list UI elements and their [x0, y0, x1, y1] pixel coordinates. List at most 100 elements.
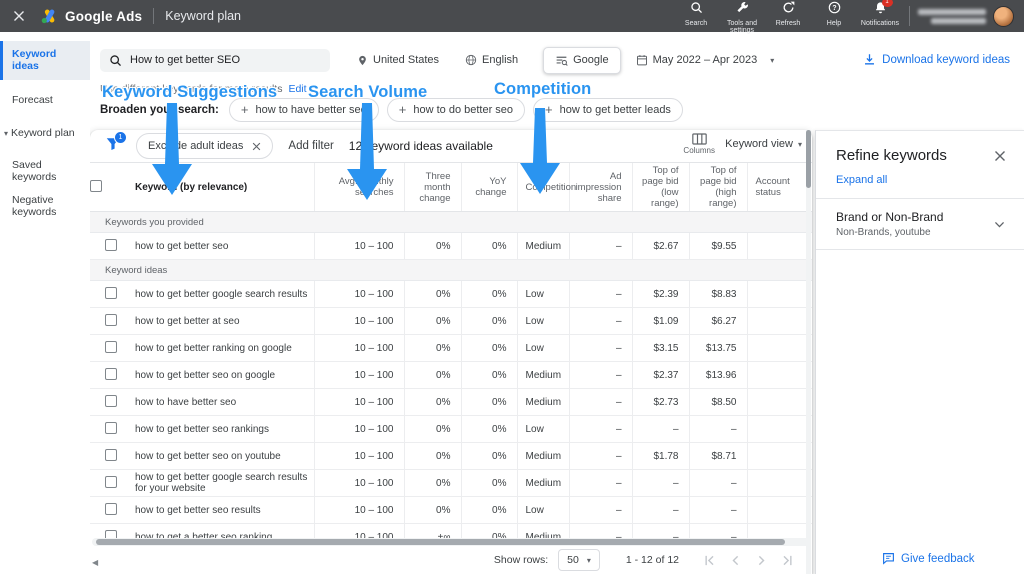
- keyword-cell: how to get better seo on youtube: [134, 443, 314, 470]
- row-checkbox[interactable]: [105, 368, 117, 380]
- table-row: how to have better seo10 – 1000%0%Medium…: [90, 389, 812, 416]
- brand-group-row[interactable]: Brand or Non-Brand Non-Brands, youtube: [816, 199, 1024, 249]
- page-first-button[interactable]: [703, 554, 716, 567]
- topbar-action-notifications[interactable]: 1Notifications: [857, 0, 903, 27]
- expand-caret-icon: ▾: [4, 129, 8, 138]
- chip-label: how to do better seo: [413, 104, 513, 116]
- annotation-competition: Competition: [494, 80, 591, 99]
- annotation-arrow-down-icon: [150, 103, 194, 195]
- account-menu[interactable]: [918, 6, 1014, 27]
- edit-link[interactable]: Edit: [288, 83, 306, 95]
- topbar-action-label: Help: [827, 20, 841, 28]
- google-ads-keyword-plan-screen: Google Ads Keyword plan SearchTools and …: [0, 0, 1024, 574]
- value-cell: 10 – 100: [314, 335, 404, 362]
- row-checkbox[interactable]: [105, 476, 117, 488]
- value-cell: Low: [517, 497, 569, 524]
- close-icon[interactable]: [13, 10, 25, 22]
- keyword-table: Keyword (by relevance)Avg. monthly searc…: [90, 162, 812, 574]
- value-cell: 0%: [461, 497, 517, 524]
- column-header-yoy-change[interactable]: YoY change: [461, 163, 517, 212]
- table-row: how to get better seo on youtube10 – 100…: [90, 443, 812, 470]
- give-feedback-button[interactable]: Give feedback: [882, 552, 975, 565]
- date-range-caret-icon[interactable]: ▾: [770, 56, 774, 65]
- sidebar-item-negative-keywords[interactable]: Negative keywords: [0, 189, 90, 224]
- columns-label: Columns: [683, 146, 715, 155]
- value-cell: 0%: [404, 233, 461, 260]
- remove-filter-icon[interactable]: [252, 142, 261, 151]
- keyword-results-card: 1 Exclude adult ideas Add filter 12 keyw…: [90, 130, 812, 574]
- row-checkbox[interactable]: [105, 503, 117, 515]
- row-checkbox[interactable]: [105, 341, 117, 353]
- annotation-arrow-down-icon: [345, 103, 389, 200]
- network-selector[interactable]: Google: [543, 47, 620, 74]
- vertical-scrollbar-thumb[interactable]: [806, 130, 811, 188]
- page-prev-button[interactable]: [729, 554, 742, 567]
- value-cell: 10 – 100: [314, 281, 404, 308]
- value-cell: 0%: [404, 389, 461, 416]
- column-header-top-of-page-bid-high-range[interactable]: Top of page bid (high range): [689, 163, 747, 212]
- download-label: Download keyword ideas: [882, 54, 1010, 66]
- row-checkbox[interactable]: [105, 239, 117, 251]
- value-cell: 10 – 100: [314, 443, 404, 470]
- download-keyword-ideas-button[interactable]: Download keyword ideas: [863, 53, 1010, 66]
- value-cell: –: [569, 308, 632, 335]
- location-selector[interactable]: United States: [357, 54, 439, 66]
- date-range-selector[interactable]: May 2022 – Apr 2023: [636, 54, 758, 66]
- columns-button[interactable]: Columns: [683, 133, 715, 155]
- select-all-checkbox[interactable]: [90, 180, 102, 192]
- chevron-down-icon[interactable]: [993, 218, 1006, 231]
- table-row: how to get better google search results …: [90, 470, 812, 497]
- show-rows-select[interactable]: 50 ▾: [558, 549, 600, 571]
- expand-all-link[interactable]: Expand all: [816, 164, 1024, 198]
- column-header-three-month-change[interactable]: Three month change: [404, 163, 461, 212]
- value-cell: –: [689, 497, 747, 524]
- row-checkbox[interactable]: [105, 422, 117, 434]
- value-cell: 10 – 100: [314, 233, 404, 260]
- table-header-row: Keyword (by relevance)Avg. monthly searc…: [90, 163, 812, 212]
- sidebar-item-keyword-ideas[interactable]: Keyword ideas: [0, 41, 90, 80]
- column-header-ad-impression-share[interactable]: Ad impression share: [569, 163, 632, 212]
- page-next-button[interactable]: [755, 554, 768, 567]
- topbar-action-search[interactable]: Search: [673, 0, 719, 27]
- language-globe-icon: [465, 54, 477, 66]
- filter-button[interactable]: 1: [105, 136, 121, 157]
- sidebar-item-saved-keywords[interactable]: Saved keywords: [0, 154, 90, 189]
- value-cell: 0%: [404, 281, 461, 308]
- keyword-cell: how to get better seo results: [134, 497, 314, 524]
- value-cell: –: [569, 362, 632, 389]
- topbar-action-tools-and-settings[interactable]: Tools and settings: [719, 0, 765, 35]
- page-last-button[interactable]: [781, 554, 794, 567]
- sidebar-item-label: Negative keywords: [12, 194, 56, 218]
- row-checkbox[interactable]: [105, 395, 117, 407]
- topbar-action-help[interactable]: ?Help: [811, 0, 857, 27]
- broaden-chips: +how to have better seo+how to do better…: [229, 98, 683, 122]
- topbar-action-label: Notifications: [861, 20, 899, 28]
- refine-close-icon[interactable]: [994, 150, 1006, 162]
- value-cell: $9.55: [689, 233, 747, 260]
- show-rows-value: 50: [567, 554, 579, 566]
- value-cell: 0%: [461, 281, 517, 308]
- column-header-top-of-page-bid-low-range[interactable]: Top of page bid (low range): [632, 163, 689, 212]
- row-checkbox[interactable]: [105, 314, 117, 326]
- topbar-action-refresh[interactable]: Refresh: [765, 0, 811, 27]
- value-cell: 0%: [461, 389, 517, 416]
- collapse-panel-icon[interactable]: ◀: [92, 558, 98, 567]
- language-selector[interactable]: English: [465, 54, 518, 66]
- sidebar-item-forecast[interactable]: Forecast: [0, 89, 90, 113]
- row-checkbox[interactable]: [105, 287, 117, 299]
- topbar-action-label: Tools and settings: [719, 20, 765, 35]
- add-filter-button[interactable]: Add filter: [288, 140, 333, 152]
- column-header-account-status[interactable]: Account status: [747, 163, 812, 212]
- value-cell: 0%: [404, 335, 461, 362]
- add-icon: +: [241, 105, 249, 115]
- value-cell: $6.27: [689, 308, 747, 335]
- value-cell: [747, 335, 812, 362]
- avatar[interactable]: [993, 6, 1014, 27]
- sidebar-item-keyword-plan[interactable]: ▾Keyword plan: [0, 122, 90, 146]
- row-checkbox[interactable]: [105, 449, 117, 461]
- keyword-view-dropdown[interactable]: Keyword view▾: [725, 138, 802, 150]
- keyword-search-input[interactable]: How to get better SEO: [100, 49, 330, 72]
- value-cell: 0%: [404, 362, 461, 389]
- horizontal-scrollbar-thumb[interactable]: [96, 539, 785, 545]
- search-query: How to get better SEO: [130, 54, 240, 66]
